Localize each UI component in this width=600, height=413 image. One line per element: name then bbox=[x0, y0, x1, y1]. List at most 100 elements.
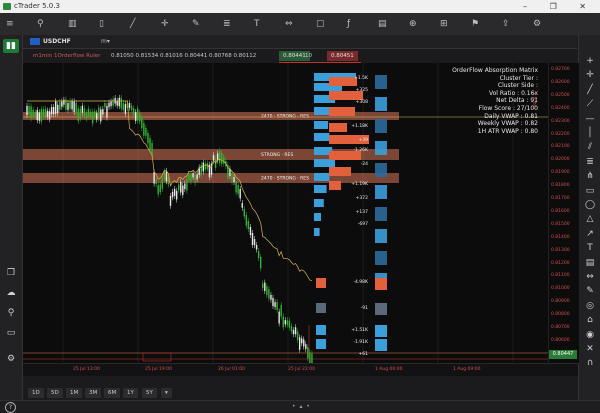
zoom-icon[interactable]: ⊕ bbox=[409, 19, 417, 29]
symbol-selector[interactable]: USDCHF bbox=[43, 35, 71, 48]
hline-icon[interactable]: — bbox=[584, 113, 596, 125]
magnet-icon[interactable]: ∩ bbox=[584, 357, 596, 369]
rect-icon[interactable]: ▭ bbox=[584, 185, 596, 197]
price-tick-label: 0.82400 bbox=[551, 105, 570, 111]
draw-icon[interactable]: ✎ bbox=[192, 19, 200, 29]
candle-body bbox=[282, 316, 284, 328]
candle-body bbox=[188, 174, 190, 180]
search-icon[interactable]: ⚲ bbox=[37, 19, 44, 29]
share-icon[interactable]: ⇪ bbox=[502, 19, 510, 29]
wallet-icon[interactable]: ▭ bbox=[5, 327, 17, 339]
lock-icon[interactable]: ⌂ bbox=[584, 314, 596, 326]
eye-icon[interactable]: ◉ bbox=[584, 329, 596, 341]
candle-body bbox=[46, 110, 49, 118]
text-icon[interactable]: T bbox=[254, 19, 260, 29]
candle-body bbox=[155, 179, 157, 185]
menu-icon[interactable]: ≡ bbox=[6, 19, 14, 29]
bar-chart-icon[interactable]: ▥ bbox=[68, 19, 77, 29]
delta-column-cell bbox=[375, 163, 387, 177]
time-tick-label: 25 Jul 22:00 bbox=[288, 367, 315, 372]
trade-panel-icon[interactable]: ▮▮ bbox=[3, 39, 19, 53]
ellipse-icon[interactable]: ◯ bbox=[584, 199, 596, 211]
orderflow-stats-panel: OrderFlow Absorption Matrix Cluster Tier… bbox=[444, 67, 544, 135]
settings-icon[interactable]: ⚙ bbox=[533, 19, 541, 29]
arrow-icon[interactable]: ↗ bbox=[584, 228, 596, 240]
help-icon[interactable]: ? bbox=[5, 402, 16, 413]
candle-body bbox=[57, 104, 59, 114]
candle-body bbox=[89, 111, 92, 117]
candle-body bbox=[69, 100, 71, 109]
quote-bar: m1min 1Orderflow Ruler 0.81050 0.81534 0… bbox=[23, 49, 577, 64]
time-axis[interactable]: 25 Jul 13:00 25 Jul 19:00 26 Jul 01:00 25 J… bbox=[23, 363, 578, 376]
delta-label: +308 bbox=[356, 99, 368, 105]
crosshair-icon[interactable]: ✛ bbox=[584, 69, 596, 81]
timeframe-button[interactable]: ▾ bbox=[161, 388, 172, 398]
plus-icon[interactable]: + bbox=[584, 55, 596, 67]
candle-body bbox=[124, 104, 127, 114]
triangle-icon[interactable]: △ bbox=[584, 213, 596, 225]
measure-icon[interactable]: ⇔ bbox=[285, 19, 293, 29]
timeframe-button[interactable]: 6M bbox=[104, 388, 121, 398]
note-icon[interactable]: ▤ bbox=[584, 257, 596, 269]
indicator-name[interactable]: m1min 1Orderflow Ruler bbox=[33, 49, 100, 63]
candle-body bbox=[296, 331, 299, 341]
window-controls[interactable]: – ❐ ✕ bbox=[523, 0, 596, 13]
timeframe-selector[interactable]: m▾ bbox=[101, 35, 110, 48]
template-icon[interactable]: ▤ bbox=[378, 19, 387, 29]
settings-icon[interactable]: ⚙ bbox=[5, 353, 17, 365]
timeframe-button[interactable]: 1Y bbox=[123, 388, 138, 398]
candle-body bbox=[301, 338, 303, 344]
vline-icon[interactable]: │ bbox=[584, 127, 596, 139]
crosshair-icon[interactable]: ✛ bbox=[161, 19, 169, 29]
stats-row: Flow Score : 27/100 bbox=[478, 104, 538, 112]
volume-profile-bar bbox=[314, 133, 330, 141]
candle-body bbox=[255, 245, 258, 250]
pitchfork-icon[interactable]: ⋔ bbox=[584, 170, 596, 182]
candle-body bbox=[30, 106, 32, 119]
timeframe-button[interactable]: 1M bbox=[66, 388, 83, 398]
candle-body bbox=[270, 294, 272, 300]
line-icon[interactable]: ╱ bbox=[130, 19, 135, 29]
cloud-icon[interactable]: ☁ bbox=[5, 287, 17, 299]
buy-button[interactable]: 0.80451 bbox=[327, 51, 358, 61]
shape-icon[interactable]: ▢ bbox=[316, 19, 325, 29]
indicator-icon[interactable]: ƒ bbox=[347, 19, 350, 29]
panel-grip-icon[interactable]: • ▴ • bbox=[292, 403, 311, 410]
fib-icon[interactable]: ≣ bbox=[584, 156, 596, 168]
delta-column-cell bbox=[375, 75, 387, 89]
candle-body bbox=[305, 344, 307, 350]
layout-icon[interactable]: ⊞ bbox=[440, 19, 448, 29]
timeframe-button[interactable]: 5D bbox=[47, 388, 63, 398]
candle-body bbox=[34, 111, 36, 117]
delta-column-cell bbox=[375, 251, 387, 265]
measure-icon[interactable]: ⇔ bbox=[584, 271, 596, 283]
price-axis[interactable]: 0.82700 0.82600 0.82500 0.82400 0.82300 0.822… bbox=[548, 63, 579, 363]
volume-field[interactable]: 10 bbox=[305, 49, 312, 63]
price-tick-label: 0.81200 bbox=[551, 260, 570, 266]
price-tick-label: 0.81600 bbox=[551, 208, 570, 214]
candle-body bbox=[171, 191, 174, 198]
stats-row: Cluster Tier : bbox=[499, 74, 538, 82]
fib-icon[interactable]: ≣ bbox=[223, 19, 231, 29]
candle-body bbox=[237, 185, 239, 194]
text-icon[interactable]: T bbox=[584, 242, 596, 254]
analyze-icon[interactable]: ⚲ bbox=[5, 307, 17, 319]
trendline-icon[interactable]: ╱ bbox=[584, 84, 596, 96]
brush-icon[interactable]: ✎ bbox=[584, 285, 596, 297]
candle-body bbox=[309, 352, 311, 365]
copy-icon[interactable]: ❐ bbox=[5, 267, 17, 279]
delta-label: +137 bbox=[356, 209, 368, 215]
trash-icon[interactable]: ✕ bbox=[584, 343, 596, 355]
price-tick-label: 0.80800 bbox=[551, 312, 570, 318]
candle-body bbox=[223, 157, 225, 164]
ray-icon[interactable]: ⟋ bbox=[584, 98, 596, 110]
candle-body bbox=[79, 108, 81, 119]
timeframe-button[interactable]: 1D bbox=[28, 388, 44, 398]
channel-icon[interactable]: ⫽ bbox=[584, 141, 596, 153]
timeframe-button[interactable]: 3M bbox=[85, 388, 102, 398]
camera-icon[interactable]: ◎ bbox=[584, 300, 596, 312]
candle-icon[interactable]: ▯ bbox=[99, 19, 104, 29]
candle-body bbox=[50, 107, 53, 115]
alert-icon[interactable]: ⚑ bbox=[471, 19, 479, 29]
timeframe-button[interactable]: 5Y bbox=[142, 388, 157, 398]
